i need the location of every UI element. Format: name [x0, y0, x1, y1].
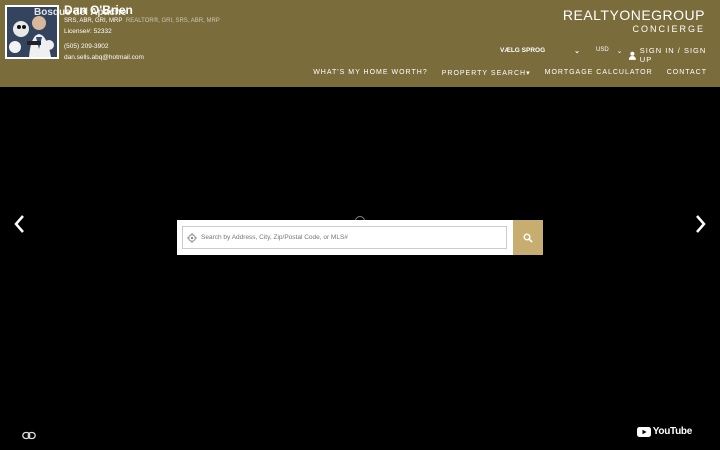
- nav-mortgage-calculator[interactable]: MORTGAGE CALCULATOR: [545, 69, 653, 77]
- search-input[interactable]: [201, 234, 491, 241]
- agent-phone[interactable]: (505) 209-3902: [64, 42, 220, 52]
- agent-designations: SRS, ABR, GRI, MRP REALTOR®, GRI, SRS, A…: [64, 17, 220, 26]
- search-button[interactable]: [513, 220, 543, 255]
- location-pin-icon: [187, 232, 197, 243]
- search-field[interactable]: [182, 226, 507, 249]
- nav-contact[interactable]: CONTACT: [667, 69, 707, 77]
- signin-label: SIGN IN / SIGN UP: [639, 46, 707, 64]
- user-icon: [628, 51, 636, 60]
- youtube-logo[interactable]: YouTube: [636, 426, 693, 437]
- chevron-down-icon: ⌄: [616, 48, 623, 55]
- agent-photo-caption: Bosque del Apache: [34, 7, 127, 18]
- nav-property-search[interactable]: PROPERTY SEARCH▾: [442, 69, 531, 77]
- hero-video[interactable]: [0, 87, 720, 450]
- main-nav: WHAT'S MY HOME WORTH? PROPERTY SEARCH▾ M…: [313, 69, 707, 77]
- agent-info: Dan O'Brien Bosque del Apache SRS, ABR, …: [34, 4, 220, 63]
- brand-logo-line1: REALTYONEGROUP: [562, 7, 705, 23]
- brand-logo-line2: CONCIERGE: [632, 24, 705, 34]
- language-select[interactable]: VÆLG SPROG ⌄: [500, 47, 580, 55]
- link-icon[interactable]: [22, 427, 36, 445]
- search-icon: [523, 233, 533, 243]
- agent-email[interactable]: dan.sells.abq@hotmail.com: [64, 53, 220, 63]
- chevron-down-icon: ⌄: [574, 48, 580, 55]
- brand-logo[interactable]: REALTYONEGROUP CONCIERGE: [563, 8, 705, 35]
- search-bar: [177, 220, 543, 255]
- chevron-left-icon[interactable]: [12, 213, 26, 239]
- agent-designations-short: SRS, ABR, GRI, MRP: [64, 18, 123, 24]
- chevron-right-icon[interactable]: [694, 213, 708, 239]
- nav-property-search-label: PROPERTY SEARCH: [441, 70, 527, 77]
- currency-select[interactable]: USD ⌄: [596, 47, 623, 55]
- agent-designations-long: REALTOR®, GRI, SRS, ABR, MRP: [125, 18, 220, 24]
- agent-license: License#: 52332: [64, 28, 112, 35]
- language-select-label: VÆLG SPROG: [500, 47, 546, 54]
- site-header: Dan O'Brien Bosque del Apache SRS, ABR, …: [0, 0, 720, 87]
- nav-home-worth[interactable]: WHAT'S MY HOME WORTH?: [313, 69, 428, 77]
- chevron-down-icon: ▾: [526, 70, 531, 77]
- youtube-play-icon: [636, 426, 651, 437]
- signin-link[interactable]: SIGN IN / SIGN UP: [628, 46, 720, 64]
- currency-select-label: USD: [596, 47, 609, 53]
- youtube-logo-text: YouTube: [652, 426, 693, 437]
